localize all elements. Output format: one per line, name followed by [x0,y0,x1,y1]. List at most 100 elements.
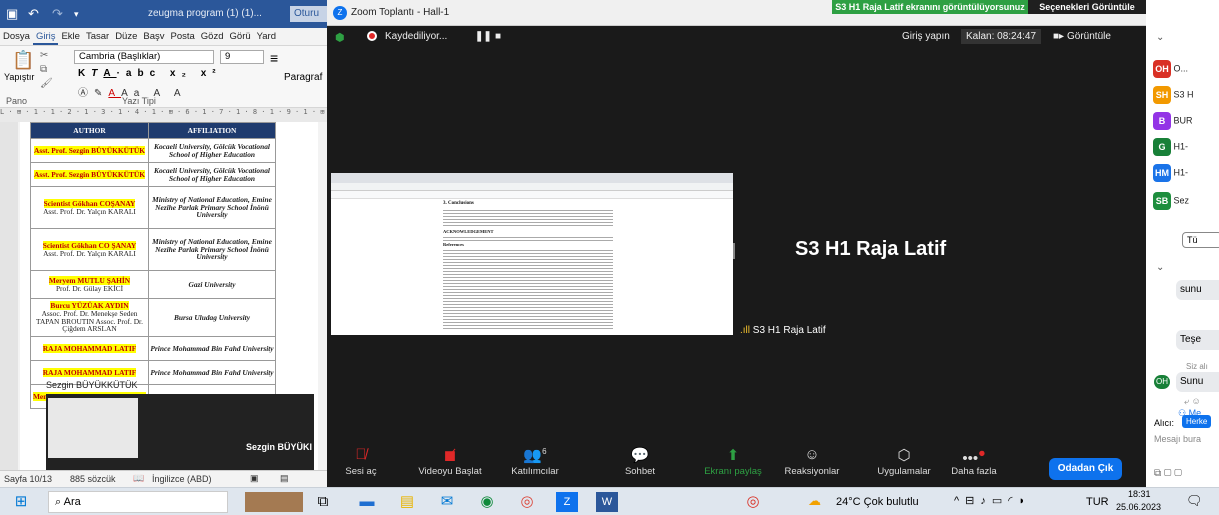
focus-icon[interactable]: ▣ [250,473,259,484]
proofing-icon[interactable]: 📖 [133,473,144,484]
participant-row[interactable]: SH S3 H [1153,86,1219,106]
affiliation-cell: Prince Mohammad Bin Fahd University [148,360,276,385]
speaker-label-text: S3 H1 Raja Latif [752,325,826,336]
chrome-icon[interactable]: ◎ [516,492,538,512]
qat-dropdown-icon[interactable]: ▾ [74,9,79,20]
start-icon[interactable]: ⊞ [10,492,32,512]
tab-mailings[interactable]: Posta [168,28,198,45]
page-count[interactable]: Sayfa 10/13 [4,474,52,484]
reply-icon[interactable]: ⤶ ☺ [1184,396,1201,407]
tab-design[interactable]: Tasar [83,28,112,45]
tab-help[interactable]: Yard [254,28,279,45]
signin-button[interactable]: Oturu [290,6,327,22]
unmute-label: Sesi aç [345,466,377,477]
word-count[interactable]: 885 sözcük [70,474,116,484]
paragraph-label[interactable]: Paragraf [284,72,322,83]
notifications-icon[interactable]: 🗨 [1186,493,1203,509]
desktop-icon[interactable]: ▬ [356,492,378,512]
split-handle[interactable] [733,243,735,259]
language-indicator[interactable]: İngilizce (ABD) [152,474,212,484]
search-highlight-image[interactable] [245,492,303,512]
tab-file[interactable]: Dosya [0,28,33,45]
chat-bubble: sunu [1176,280,1219,300]
participant-row[interactable]: OH O... [1153,60,1219,80]
video-off-icon: ◼̸ [443,447,457,464]
collapse-participants-icon[interactable]: ⌄ [1156,32,1164,43]
video-view-icon[interactable]: ■▸ [1053,31,1064,42]
copy-icon[interactable]: ⧉ [40,64,47,75]
table-row: Scientist Gökhan CO ŞANAY Asst. Prof. Dr.… [30,228,276,271]
paste-icon[interactable]: 📋 [12,50,34,71]
participant-row[interactable]: SB Sez [1153,192,1219,212]
stop-icon[interactable]: ■ [495,31,501,42]
format-painter-icon[interactable]: 🖌 [40,78,53,89]
document-page[interactable]: AUTHOR AFFILIATION Asst. Prof. Sezgin BÜ… [20,122,318,474]
leave-meeting-button[interactable]: Odadan Çık [1049,458,1122,480]
edge-icon[interactable]: ◉ [476,492,498,512]
participant-row[interactable]: B BUR [1153,112,1219,132]
paste-label[interactable]: Yapıştır [4,72,34,82]
chat-avatar: OH [1154,375,1170,389]
table-row: Meryem MUTLU ŞAHİN Prof. Dr. Gülay EKİCİ … [30,270,276,299]
file-explorer-icon[interactable]: ▤ [396,492,418,512]
author-paragraph: Sezgin BÜYÜKKÜTÜK [46,380,138,390]
vertical-ruler [0,122,18,474]
chat-tools-icons[interactable]: ⧉ ▢ ▢ [1154,468,1182,479]
cut-icon[interactable]: ✂ [40,50,48,61]
tab-review[interactable]: Gözd [198,28,227,45]
reactions-button[interactable]: ☺ Reaksiyonlar [777,446,847,477]
view-button[interactable]: Görüntüle [1067,31,1111,42]
status-bar: Sayfa 10/13 885 sözcük 📖 İngilizce (ABD)… [0,470,327,487]
shared-refs-text [443,248,613,330]
author-header: AUTHOR [30,122,149,139]
tab-view[interactable]: Görü [227,28,254,45]
font-name-select[interactable]: Cambria (Başlıklar) [74,50,214,64]
language-tray[interactable]: TUR [1086,496,1109,508]
font-size-select[interactable]: 9 [220,50,264,64]
pause-icon[interactable]: ❚❚ [475,31,492,42]
chrome-app-icon[interactable]: ◎ [742,492,764,512]
coauthor-name: Assoc. Prof. Dr. Menekşe Seden TAPAN BRO… [36,308,143,334]
shared-ack-text [443,235,613,241]
tab-layout[interactable]: Düze [112,28,140,45]
clock-date[interactable]: 25.06.2023 [1116,502,1161,512]
embedded-name: Sezgin BÜYÜKI [246,442,313,452]
view-options-button[interactable]: Seçenekleri Görüntüle [1028,0,1146,14]
participant-row[interactable]: G H1- [1153,138,1219,158]
weather-text[interactable]: 24°C Çok bulutlu [836,496,919,508]
paragraph-icon[interactable]: ≡ [270,50,278,66]
tab-home[interactable]: Giriş [32,28,59,45]
share-screen-button[interactable]: ⬆ Ekranı paylaş [697,446,769,477]
search-box[interactable]: ⌕ Ara [48,491,228,513]
login-button[interactable]: Giriş yapın [902,31,950,42]
tab-references[interactable]: Başv [140,28,167,45]
start-video-button[interactable]: ◼̸ Videoyu Başlat [415,446,485,477]
format-buttons[interactable]: KTA·abc x₂ x² [78,68,222,79]
redo-icon[interactable]: ↷ [52,6,63,22]
task-view-icon[interactable]: ⧉ [312,492,334,512]
shield-icon[interactable]: ⬢ [335,31,345,44]
participants-button[interactable]: 👥6 Katılımcılar [505,446,565,477]
tab-insert[interactable]: Ekle [58,28,82,45]
word-taskbar-icon[interactable]: W [596,492,618,512]
recipient-select[interactable]: Herke [1182,415,1212,428]
read-mode-icon[interactable]: ▤ [280,473,289,484]
undo-icon[interactable]: ↶ [28,6,39,22]
shared-refs: References [443,242,464,247]
participant-row[interactable]: HM H1- [1153,164,1219,184]
participants-label: Katılımcılar [511,466,559,477]
unmute-button[interactable]: 🎙̸ Sesi aç [341,446,381,477]
mail-icon[interactable]: ✉ [436,492,458,512]
avatar: B [1153,112,1171,130]
clock-time[interactable]: 18:31 [1128,489,1151,499]
collapse-chat-icon[interactable]: ⌄ [1156,262,1164,273]
more-button[interactable]: •••● Daha fazla [949,446,999,477]
zoom-taskbar-icon[interactable]: Z [556,492,578,512]
message-input[interactable]: Mesajı bura [1154,434,1201,444]
chat-button[interactable]: 💬 Sohbet [615,446,665,477]
tray-icons[interactable]: ^⊟♪▭◜◗ [954,494,1031,507]
apps-button[interactable]: ⬡ Uygulamalar [869,446,939,477]
save-icon[interactable]: ▣ [6,6,18,22]
apps-label: Uygulamalar [877,466,931,477]
all-button[interactable]: Tü [1182,232,1219,248]
